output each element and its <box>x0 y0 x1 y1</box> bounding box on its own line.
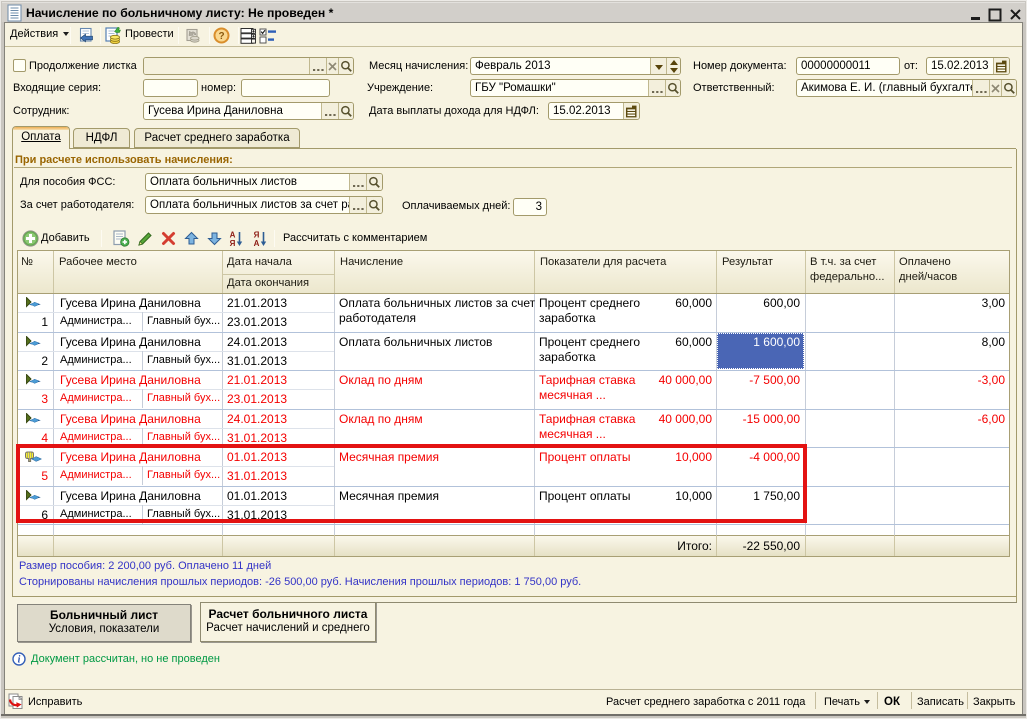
svg-text:?: ? <box>218 31 224 42</box>
svg-text:i: i <box>18 655 21 666</box>
svg-text:А: А <box>254 239 260 247</box>
svg-text:Я: Я <box>230 239 236 247</box>
